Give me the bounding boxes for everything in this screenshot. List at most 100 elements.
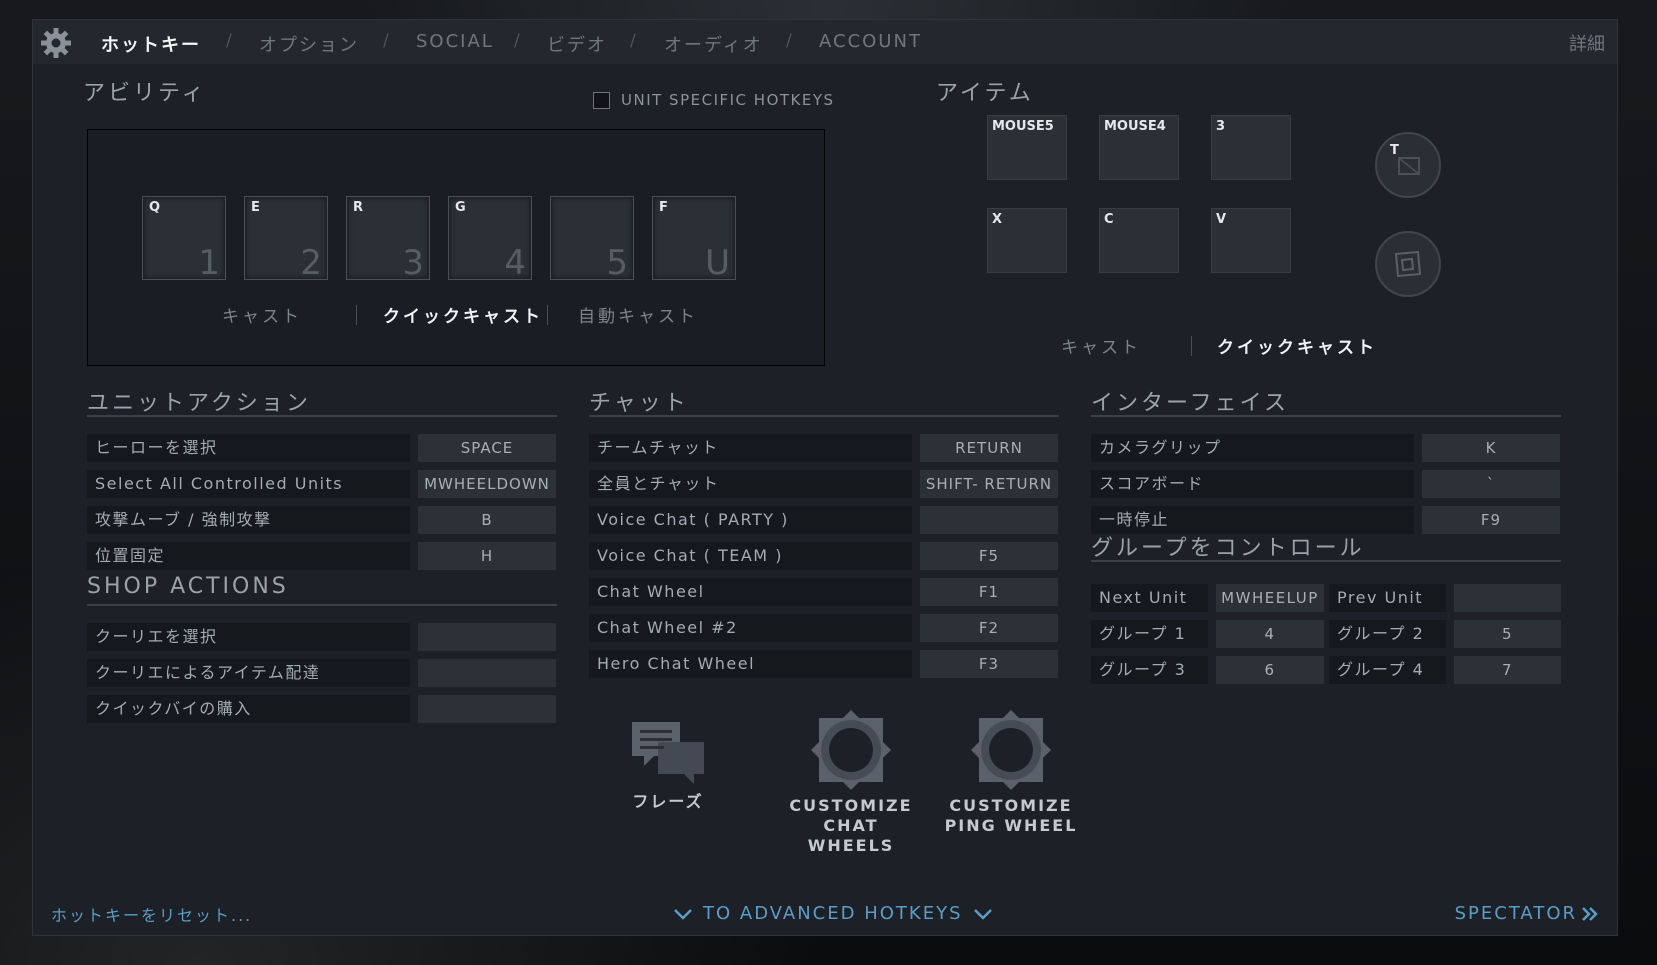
chat-wheels-label-1: CUSTOMIZE (789, 796, 913, 815)
top-nav: ホットキー / オプション / SOCIAL / ビデオ / オーディオ / A… (33, 20, 1617, 64)
phrases-button[interactable]: フレーズ (623, 718, 713, 812)
item-slot-key: 3 (1216, 119, 1226, 134)
ability-slot-number: 2 (300, 243, 322, 283)
details-button[interactable]: 詳細 (1569, 30, 1605, 56)
nav-separator: / (630, 31, 636, 51)
item-slot-key: V (1216, 212, 1227, 227)
ability-slot[interactable]: 5 (550, 196, 634, 283)
item-slot[interactable]: V (1211, 208, 1291, 273)
chevron-down-icon (973, 908, 992, 920)
item-slot[interactable]: MOUSE4 (1099, 115, 1179, 180)
hotkey-label: 全員とチャット (589, 470, 912, 498)
hotkey-label: Chat Wheel (589, 578, 912, 606)
hotkey-key[interactable]: SHIFT- RETURN (920, 470, 1058, 498)
hotkey-key[interactable]: F1 (920, 578, 1058, 606)
hotkey-key[interactable] (418, 695, 556, 723)
hotkey-label: カメラグリップ (1091, 434, 1414, 462)
reset-hotkeys-link[interactable]: ホットキーをリセット... (51, 902, 252, 926)
ability-slot[interactable]: G 4 (448, 196, 532, 283)
ability-slot[interactable]: F U (652, 196, 736, 283)
ability-slot[interactable]: Q 1 (142, 196, 226, 283)
gear-icon[interactable] (39, 26, 73, 60)
cast-mode-quickcast[interactable]: クイックキャスト (383, 302, 543, 327)
tab-social[interactable]: SOCIAL (416, 31, 494, 52)
ability-slot-key: F (659, 200, 668, 215)
hotkey-key[interactable]: H (418, 542, 556, 570)
hotkey-key[interactable]: RETURN (920, 434, 1058, 462)
hotkey-key[interactable]: F3 (920, 650, 1058, 678)
hotkey-label: Hero Chat Wheel (589, 650, 912, 678)
group-key[interactable]: 6 (1216, 656, 1324, 684)
ability-slot-key: G (455, 200, 466, 215)
customize-ping-wheel-button[interactable]: CUSTOMIZE PING WHEEL (939, 708, 1083, 836)
phrases-label: フレーズ (632, 792, 704, 811)
group-key[interactable] (1454, 584, 1561, 612)
item-slot[interactable]: C (1099, 208, 1179, 273)
nav-separator: / (514, 31, 520, 51)
hotkey-label: クイックバイの購入 (87, 695, 410, 723)
cast-mode-cast[interactable]: キャスト (222, 302, 302, 327)
item-slot[interactable]: 3 (1211, 115, 1291, 180)
neutral-item-slot[interactable] (1375, 231, 1441, 297)
shop-actions-title: SHOP ACTIONS (87, 574, 289, 599)
hotkey-key[interactable]: ` (1422, 470, 1560, 498)
ability-slot-key: R (353, 200, 364, 215)
spectator-label: SPECTATOR (1454, 903, 1577, 924)
item-cast-mode-quickcast[interactable]: クイックキャスト (1217, 333, 1377, 358)
hotkey-key[interactable] (418, 659, 556, 687)
ability-slot-key: E (251, 200, 260, 215)
ping-wheel-label-1: CUSTOMIZE (949, 796, 1073, 815)
nav-separator: / (786, 31, 792, 51)
tab-options[interactable]: オプション (259, 31, 359, 57)
ability-slot-key: Q (149, 200, 161, 215)
item-slot-key: C (1104, 212, 1114, 227)
customize-chat-wheels-button[interactable]: CUSTOMIZE CHAT WHEELS (779, 708, 923, 856)
hotkey-label: Voice Chat ( PARTY ) (589, 506, 912, 534)
item-cast-mode-cast[interactable]: キャスト (1061, 333, 1141, 358)
group-key[interactable]: 4 (1216, 620, 1324, 648)
tab-account[interactable]: ACCOUNT (819, 31, 922, 52)
hotkey-key[interactable]: SPACE (418, 434, 556, 462)
hotkey-key[interactable]: F5 (920, 542, 1058, 570)
hotkey-key[interactable]: B (418, 506, 556, 534)
tab-audio[interactable]: オーディオ (664, 31, 763, 57)
hotkey-label: Select All Controlled Units (87, 470, 410, 498)
abilities-title: アビリティ (83, 81, 207, 106)
advanced-hotkeys-label: TO ADVANCED HOTKEYS (703, 903, 963, 924)
tab-video[interactable]: ビデオ (547, 31, 607, 57)
group-key[interactable]: MWHEELUP (1216, 584, 1324, 612)
hotkey-label: スコアボード (1091, 470, 1414, 498)
advanced-hotkeys-button[interactable]: TO ADVANCED HOTKEYS (673, 903, 993, 924)
cast-mode-autocast[interactable]: 自動キャスト (578, 302, 698, 327)
chat-bubbles-icon (632, 722, 704, 784)
group-key[interactable]: 5 (1454, 620, 1561, 648)
hotkey-key[interactable] (418, 623, 556, 651)
hotkey-key[interactable]: F2 (920, 614, 1058, 642)
settings-panel: ホットキー / オプション / SOCIAL / ビデオ / オーディオ / A… (32, 19, 1618, 936)
unit-specific-checkbox[interactable] (593, 91, 610, 109)
group-label: Next Unit (1091, 584, 1208, 612)
chevron-down-icon (674, 908, 692, 920)
ability-slot-number: 5 (606, 243, 628, 283)
unit-actions-header: ユニットアクション (87, 385, 557, 417)
item-slot[interactable]: MOUSE5 (987, 115, 1067, 180)
ability-slot[interactable]: E 2 (244, 196, 328, 283)
teleport-scroll-slot[interactable]: T (1375, 132, 1441, 198)
unit-specific-hotkeys-toggle[interactable]: UNIT SPECIFIC HOTKEYS (593, 91, 835, 109)
spectator-button[interactable]: SPECTATOR (1455, 903, 1599, 924)
item-slot[interactable]: X (987, 208, 1067, 273)
hotkey-key[interactable]: MWHEELDOWN (418, 470, 556, 498)
group-key[interactable]: 7 (1454, 656, 1561, 684)
hotkey-label: ヒーローを選択 (87, 434, 410, 462)
interface-header: インターフェイス (1091, 385, 1561, 417)
hotkey-key[interactable]: K (1422, 434, 1560, 462)
ability-slot[interactable]: R 3 (346, 196, 430, 283)
item-slot-key: MOUSE5 (992, 119, 1054, 134)
ability-slot-number: 4 (504, 243, 526, 283)
hotkey-label: 攻撃ムーブ / 強制攻撃 (87, 506, 410, 534)
hotkey-key[interactable] (920, 506, 1058, 534)
ping-wheel-icon (971, 710, 1051, 790)
nav-separator: / (383, 31, 389, 51)
group-control-header: グループをコントロール (1091, 530, 1561, 562)
tab-hotkeys[interactable]: ホットキー (101, 31, 201, 57)
